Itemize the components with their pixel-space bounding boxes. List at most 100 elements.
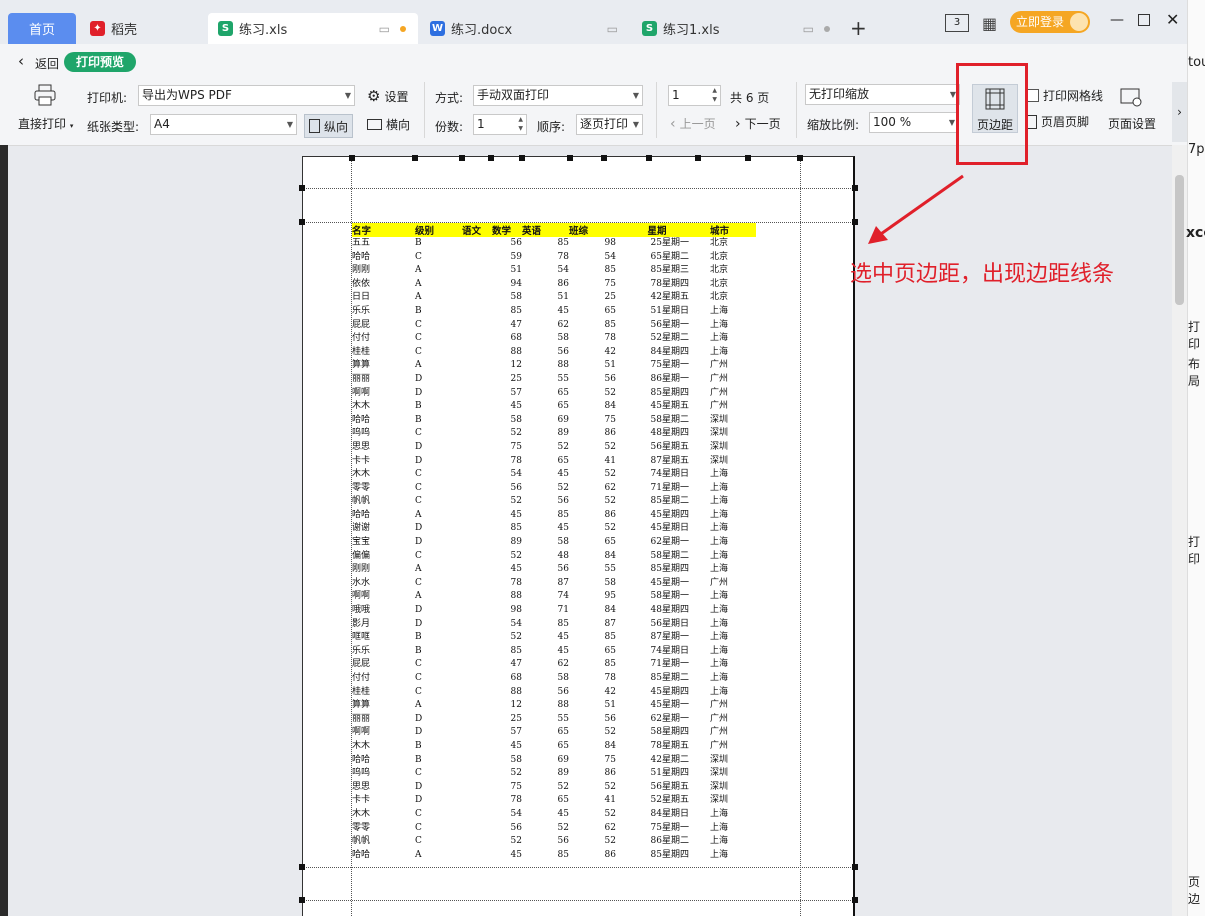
print-gridlines-checkbox[interactable]: 打印网格线	[1026, 87, 1103, 104]
margin-handle[interactable]	[852, 897, 858, 903]
page-setup-icon[interactable]	[1118, 86, 1144, 108]
column-handle[interactable]	[646, 155, 652, 161]
column-handle[interactable]	[412, 155, 418, 161]
table-cell: 71	[650, 659, 662, 670]
maximize-icon[interactable]	[1138, 14, 1150, 26]
login-label: 立即登录	[1016, 15, 1065, 29]
bottom-margin-line[interactable]	[303, 867, 853, 868]
table-cell: C	[415, 482, 422, 493]
vertical-scrollbar[interactable]	[1172, 145, 1187, 916]
tab-home[interactable]: 首页	[8, 13, 76, 44]
scale-ratio-select[interactable]: 100 % ▼	[869, 112, 959, 133]
table-cell: C	[415, 469, 422, 480]
monitor-icon[interactable]: ▭	[379, 22, 390, 36]
margin-handle[interactable]	[299, 864, 305, 870]
column-handle[interactable]	[519, 155, 525, 161]
divider	[656, 82, 657, 138]
tab-xls-active[interactable]: S 练习.xls ▭	[208, 13, 418, 44]
header-footer-button[interactable]: 页眉页脚	[1026, 113, 1089, 130]
method-select[interactable]: 手动双面打印 ▼	[473, 85, 643, 106]
prev-page-button[interactable]: ‹ 上一页	[670, 115, 716, 132]
table-cell: 星期一	[662, 822, 690, 833]
footer-margin-line[interactable]	[303, 900, 853, 901]
order-select[interactable]: 逐页打印 ▼	[576, 114, 643, 135]
screen-mode-button[interactable]: 3	[945, 14, 969, 32]
back-button[interactable]: 返回	[35, 55, 59, 72]
page-setup-button[interactable]: 页面设置	[1108, 115, 1156, 132]
margin-handle[interactable]	[299, 185, 305, 191]
table-cell: 42	[650, 292, 662, 303]
minimize-icon[interactable]: —	[1110, 12, 1124, 28]
column-handle[interactable]	[745, 155, 751, 161]
column-handle[interactable]	[567, 155, 573, 161]
table-cell: 56	[604, 713, 616, 724]
margin-handle[interactable]	[852, 185, 858, 191]
tab-xls1[interactable]: S 练习1.xls ▭	[632, 13, 842, 44]
printer-select[interactable]: 导出为WPS PDF ▼	[138, 85, 355, 106]
login-button[interactable]: 立即登录	[1010, 11, 1090, 33]
portrait-button[interactable]: 纵向	[304, 114, 354, 138]
header-cell: 城市	[698, 223, 756, 237]
scale-mode-select[interactable]: 无打印缩放 ▼	[805, 84, 960, 105]
toolbar-scroll-right-icon[interactable]: ›	[1172, 82, 1187, 142]
landscape-button[interactable]: 横向	[367, 116, 410, 133]
margin-handle[interactable]	[299, 219, 305, 225]
direct-print-button[interactable]: 直接打印 ▾	[18, 115, 73, 132]
table-cell: 哈哈	[352, 754, 371, 765]
tab-docx[interactable]: W 练习.docx ▭	[420, 13, 630, 44]
header-margin-line[interactable]	[303, 188, 853, 189]
column-handle[interactable]	[459, 155, 465, 161]
back-chevron-icon[interactable]: ‹	[18, 52, 24, 70]
table-cell: 星期四	[662, 727, 690, 738]
column-handle[interactable]	[797, 155, 803, 161]
table-cell: 桂桂	[352, 346, 371, 357]
table-cell: 25	[510, 373, 522, 384]
table-cell: 上海	[710, 808, 729, 819]
monitor-icon[interactable]: ▭	[803, 22, 814, 36]
table-cell: 上海	[710, 822, 729, 833]
settings-button[interactable]: ⚙ 设置	[367, 87, 408, 105]
tab-label: 练习.docx	[451, 23, 513, 38]
column-handle[interactable]	[601, 155, 607, 161]
table-cell: D	[415, 605, 423, 616]
table-cell	[462, 822, 492, 836]
stepper-arrows-icon[interactable]: ▲ ▼	[712, 86, 717, 104]
column-handle[interactable]	[349, 155, 355, 161]
right-margin-line[interactable]	[800, 157, 801, 916]
grid-apps-icon[interactable]: ▦	[982, 14, 997, 33]
table-cell: 58	[650, 727, 662, 738]
margin-handle[interactable]	[852, 219, 858, 225]
table-row: 哈哈 C 59 78 54 65 星期二 北京	[352, 251, 756, 265]
table-cell: 45	[650, 577, 662, 588]
column-handle[interactable]	[488, 155, 494, 161]
scrollbar-thumb[interactable]	[1175, 175, 1184, 305]
table-cell: 哈哈	[352, 849, 371, 860]
table-cell: 45	[557, 808, 569, 819]
table-row: 思思 D 75 52 52 56 星期五 深圳	[352, 441, 756, 455]
table-cell: 48	[650, 605, 662, 616]
margin-handle[interactable]	[299, 897, 305, 903]
copies-stepper[interactable]: 1 ▲ ▼	[473, 114, 527, 135]
margin-handle[interactable]	[852, 864, 858, 870]
table-cell: 68	[510, 673, 522, 683]
table-cell	[462, 441, 492, 455]
tab-docer[interactable]: ✦ 稻壳	[80, 13, 206, 44]
page-number-stepper[interactable]: 1 ▲ ▼	[668, 85, 721, 106]
table-cell	[462, 536, 492, 550]
table-cell: 41	[604, 795, 616, 806]
stepper-arrows-icon[interactable]: ▲ ▼	[518, 115, 523, 133]
table-row: 五五 B 56 85 98 25 星期一 北京	[352, 237, 756, 251]
column-handle[interactable]	[695, 155, 701, 161]
table-cell: D	[415, 373, 423, 384]
monitor-icon[interactable]: ▭	[607, 22, 618, 36]
close-window-icon[interactable]: ✕	[1166, 10, 1179, 29]
table-cell: 84	[650, 346, 662, 357]
new-tab-plus-icon[interactable]: +	[850, 16, 867, 40]
table-cell: 84	[650, 808, 662, 819]
table-cell: 上海	[710, 482, 729, 493]
printer-icon[interactable]	[33, 84, 57, 106]
table-cell: 45	[510, 401, 522, 412]
next-page-button[interactable]: › 下一页	[735, 115, 781, 132]
table-cell: 星期四	[662, 428, 690, 439]
paper-type-select[interactable]: A4 ▼	[150, 114, 297, 135]
